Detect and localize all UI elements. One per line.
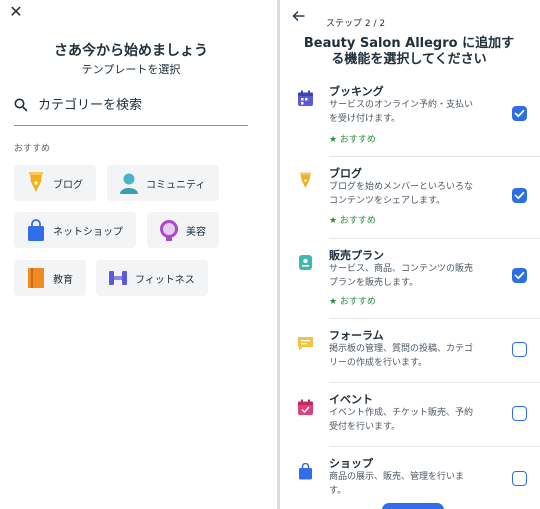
page-subtitle: テンプレートを選択 (81, 63, 181, 76)
feature-description-line: 商品の展示、販売、管理を行いま (329, 472, 465, 482)
feature-separator (329, 446, 540, 447)
feature-description-line: を受け付けます。 (329, 114, 401, 124)
feature-description-line: サービス、商品、コンテンツの販売 (329, 264, 474, 274)
feature-description-line: ブログを始めメンバーといろいろな (329, 182, 474, 192)
feature-separator (329, 238, 540, 239)
category-chip-community[interactable]: コミュニティ (107, 165, 219, 201)
person-icon (120, 173, 138, 194)
feature-description: サービス、商品、コンテンツの販売 プランを販売します。 (329, 262, 499, 290)
close-icon[interactable]: ✕ (8, 4, 24, 20)
feature-description-line: サービスのオンライン予約・支払い (329, 100, 474, 110)
category-chip-label: コミュニティ (146, 179, 206, 191)
feature-description: サービスのオンライン予約・支払い を受け付けます。 (329, 98, 499, 126)
template-picker-pane: ✕ さあ今から始めましょう テンプレートを選択 おすすめ ブログ コミュニティ … (0, 0, 277, 509)
feature-name: ブッキング (329, 85, 384, 98)
book-icon (28, 268, 44, 288)
recommended-badge: ★ おすすめ (329, 135, 376, 145)
search-icon (14, 98, 28, 112)
feature-description-line: プランを販売します。 (329, 278, 419, 288)
calendar-icon (298, 90, 313, 106)
checkmark-icon (514, 271, 525, 280)
event-calendar-icon (298, 399, 313, 415)
chat-icon (298, 337, 313, 351)
feature-checkbox[interactable] (512, 342, 527, 357)
recommended-badge: ★ おすすめ (329, 297, 376, 307)
feature-name: 販売プラン (329, 249, 384, 262)
category-chip-label: ネットショップ (53, 226, 123, 238)
step-indicator: ステップ 2 / 2 (326, 19, 386, 29)
feature-description-line: す。 (329, 486, 347, 496)
category-chip-label: フィットネス (135, 274, 195, 286)
search-input[interactable] (38, 94, 238, 116)
feature-name: ショップ (329, 457, 373, 470)
feature-row-blog[interactable]: ブログ ブログを始めメンバーといろいろな コンテンツをシェアします。 ★ おすす… (280, 162, 540, 238)
feature-description: イベント作成、チケット販売、予約 受付を行います。 (329, 406, 499, 434)
feature-name: イベント (329, 393, 373, 406)
feature-checkbox-checked[interactable] (512, 106, 527, 121)
feature-description-line: コンテンツをシェアします。 (329, 196, 446, 206)
tag-icon (299, 255, 312, 270)
feature-row-bookings[interactable]: ブッキング サービスのオンライン予約・支払い を受け付けます。 ★ おすすめ (280, 80, 540, 156)
feature-name: ブログ (329, 167, 362, 180)
category-chip-label: 美容 (186, 226, 206, 238)
feature-name: フォーラム (329, 329, 384, 342)
feature-description-line: イベント作成、チケット販売、予約 (329, 408, 474, 418)
feature-picker-title: Beauty Salon Allegro に追加す る機能を選択してください (294, 36, 524, 68)
feature-picker-title-line: Beauty Salon Allegro に追加す (303, 36, 515, 51)
feature-description-line: 掲示板の管理、質問の投稿、カテゴ (329, 344, 474, 354)
pen-nib-icon (29, 172, 43, 192)
feature-checkbox[interactable] (512, 406, 527, 421)
checkmark-icon (514, 109, 525, 118)
category-chip-online-shop[interactable]: ネットショップ (14, 212, 136, 248)
category-chip-fitness[interactable]: フィットネス (96, 260, 208, 296)
mirror-icon (160, 220, 178, 241)
feature-checkbox[interactable] (512, 471, 527, 486)
feature-picker-pane: ステップ 2 / 2 Beauty Salon Allegro に追加す る機能… (280, 0, 540, 509)
back-arrow-icon[interactable] (292, 9, 306, 23)
feature-description: ブログを始めメンバーといろいろな コンテンツをシェアします。 (329, 180, 499, 208)
feature-row-events[interactable]: イベント イベント作成、チケット販売、予約 受付を行います。 (280, 388, 540, 448)
pen-nib-icon (300, 172, 311, 188)
feature-separator (329, 318, 540, 319)
category-chip-label: 教育 (53, 274, 73, 286)
page-title: さあ今から始めましょう (54, 43, 208, 59)
shopping-bag-icon (28, 219, 44, 241)
feature-description-line: リーの作成を行います。 (329, 358, 428, 368)
feature-description-line: 受付を行います。 (329, 422, 401, 432)
category-chip-education[interactable]: 教育 (14, 260, 86, 296)
category-search (14, 94, 248, 126)
continue-button[interactable] (382, 503, 444, 509)
checkmark-icon (514, 191, 525, 200)
recommended-badge: ★ おすすめ (329, 216, 376, 226)
feature-description: 商品の展示、販売、管理を行いま す。 (329, 470, 499, 498)
feature-separator (329, 156, 540, 157)
feature-description: 掲示板の管理、質問の投稿、カテゴ リーの作成を行います。 (329, 342, 499, 370)
category-chip-blog[interactable]: ブログ (14, 165, 96, 201)
feature-separator (329, 382, 540, 383)
feature-checkbox-checked[interactable] (512, 188, 527, 203)
category-chip-beauty[interactable]: 美容 (147, 212, 219, 248)
feature-row-shop[interactable]: ショップ 商品の展示、販売、管理を行いま す。 (280, 452, 540, 509)
feature-picker-title-line: る機能を選択してください (331, 52, 487, 67)
feature-row-pricing-plans[interactable]: 販売プラン サービス、商品、コンテンツの販売 プランを販売します。 ★ おすすめ (280, 244, 540, 320)
feature-row-forum[interactable]: フォーラム 掲示板の管理、質問の投稿、カテゴ リーの作成を行います。 (280, 324, 540, 384)
shopping-bag-icon (299, 463, 312, 480)
section-label-recommended: おすすめ (14, 144, 51, 154)
dumbbell-icon (109, 271, 127, 285)
feature-checkbox-checked[interactable] (512, 268, 527, 283)
category-chip-label: ブログ (53, 179, 83, 191)
